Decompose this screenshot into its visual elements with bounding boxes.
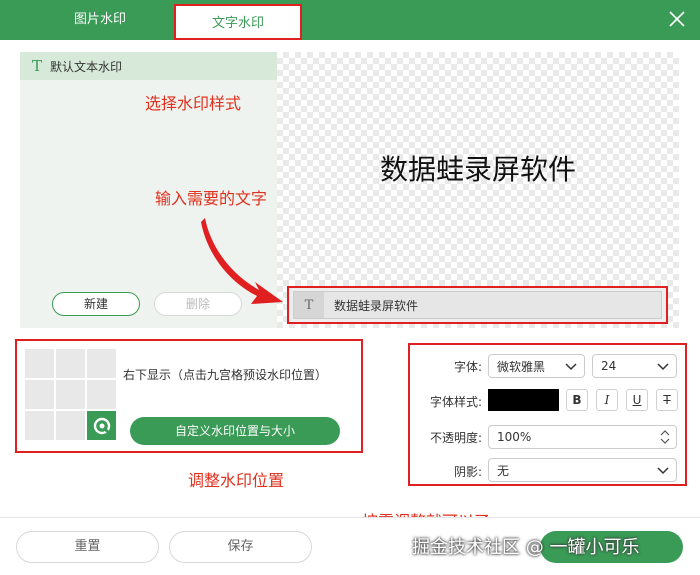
grid-cell-bottom-left[interactable]	[25, 411, 54, 440]
opacity-value: 100%	[497, 430, 532, 444]
font-style-label: 字体样式:	[429, 395, 482, 409]
shadow-select[interactable]: 无	[488, 458, 677, 482]
chevron-down-icon	[657, 363, 669, 371]
grid-cell-top-left[interactable]	[25, 349, 54, 378]
position-section: 右下显示（点击九宫格预设水印位置） 自定义水印位置与大小	[15, 339, 363, 453]
site-watermark: 掘金技术社区 @ 一罐小可乐	[412, 537, 640, 558]
save-button[interactable]: 保存	[169, 531, 312, 563]
shadow-value: 无	[497, 463, 510, 478]
opacity-spinner[interactable]: 100%	[488, 425, 677, 449]
grid-cell-middle-center[interactable]	[56, 380, 85, 409]
tab-text-watermark[interactable]: 文字水印	[174, 4, 302, 40]
text-t-icon: T	[294, 292, 324, 318]
new-button[interactable]: 新建	[52, 292, 140, 316]
strikethrough-button[interactable]: T	[656, 389, 678, 411]
grid-cell-top-right[interactable]	[87, 349, 116, 378]
arrow-icon	[201, 218, 283, 304]
font-color-swatch[interactable]	[488, 389, 559, 411]
position-grid	[25, 349, 118, 442]
font-size-value: 24	[601, 359, 617, 373]
grid-cell-bottom-right[interactable]	[87, 411, 116, 440]
grid-cell-bottom-center[interactable]	[56, 411, 85, 440]
watermark-text-value[interactable]: 数据蛙录屏软件	[324, 297, 418, 314]
grid-cell-top-center[interactable]	[56, 349, 85, 378]
shadow-label: 阴影:	[453, 465, 482, 479]
close-icon[interactable]	[668, 10, 686, 28]
underline-button[interactable]: U	[626, 389, 648, 411]
template-item-default[interactable]: T 默认文本水印	[20, 52, 277, 80]
tab-image-watermark[interactable]: 图片水印	[40, 0, 160, 40]
position-logo-icon	[93, 417, 110, 434]
bold-button[interactable]: B	[566, 389, 588, 411]
style-settings-section: 字体: 微软雅黑 24 字体样式: B I U T 不透明度: 100% 阴影:…	[408, 343, 687, 486]
font-select-value: 微软雅黑	[497, 359, 546, 374]
template-item-label: 默认文本水印	[50, 59, 123, 74]
grid-cell-middle-left[interactable]	[25, 380, 54, 409]
grid-cell-middle-right[interactable]	[87, 380, 116, 409]
font-label: 字体:	[453, 360, 482, 374]
font-size-select[interactable]: 24	[592, 354, 677, 378]
preview-watermark-text: 数据蛙录屏软件	[379, 153, 576, 186]
annotation-adjust-position: 调整水印位置	[188, 471, 285, 490]
position-description: 右下显示（点击九宫格预设水印位置）	[123, 368, 328, 382]
font-select[interactable]: 微软雅黑	[488, 354, 585, 378]
reset-button[interactable]: 重置	[16, 531, 159, 563]
annotation-select-style: 选择水印样式	[145, 94, 242, 113]
text-t-icon: T	[32, 57, 43, 75]
italic-button[interactable]: I	[596, 389, 618, 411]
text-input-highlight: T 数据蛙录屏软件	[287, 286, 668, 324]
spinner-arrows-icon[interactable]	[660, 428, 670, 446]
chevron-down-icon	[657, 467, 669, 475]
opacity-label: 不透明度:	[429, 431, 482, 445]
chevron-down-icon	[565, 363, 577, 371]
title-bar: 图片水印 文字水印	[0, 0, 700, 40]
annotation-input-text: 输入需要的文字	[155, 189, 268, 208]
custom-position-button[interactable]: 自定义水印位置与大小	[130, 417, 340, 445]
watermark-text-input[interactable]: T 数据蛙录屏软件	[293, 291, 662, 319]
